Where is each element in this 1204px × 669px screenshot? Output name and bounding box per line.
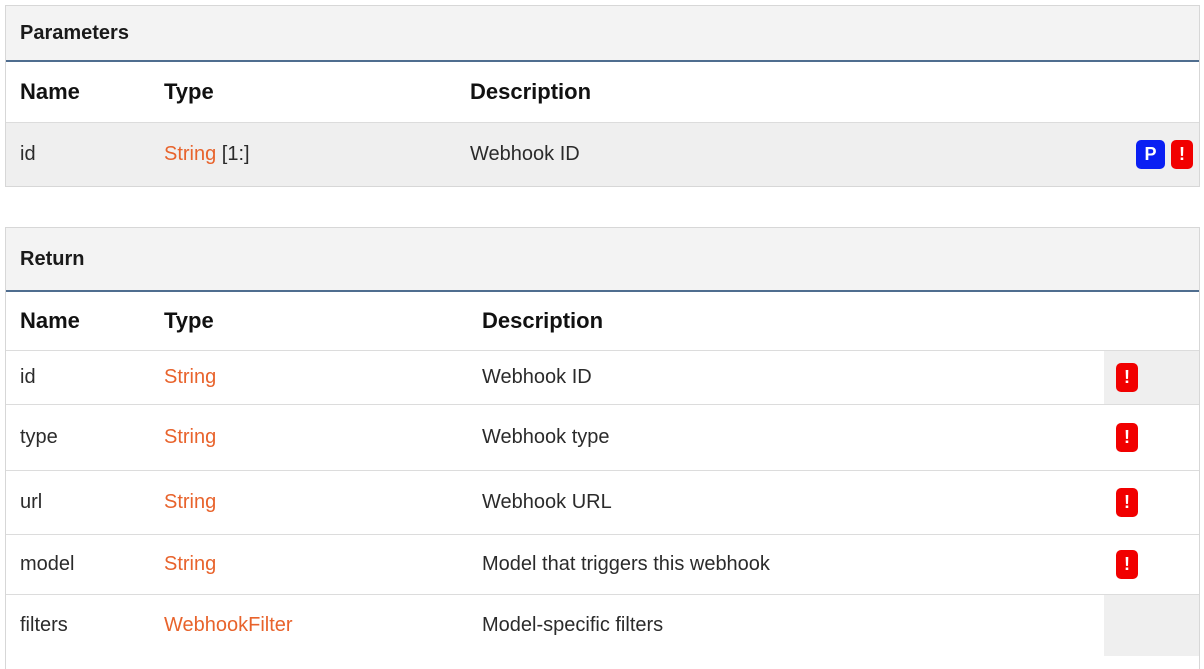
type-cardinality: [1:]: [216, 143, 250, 165]
field-name: filters: [20, 614, 68, 636]
type-link[interactable]: String: [164, 143, 216, 166]
flag-cell: !: [1104, 351, 1199, 404]
field-description: Model that triggers this webhook: [482, 553, 770, 575]
table-row: id String Webhook ID !: [6, 350, 1199, 404]
field-name: type: [20, 426, 58, 448]
table-row: url String Webhook URL !: [6, 470, 1199, 534]
field-name: url: [20, 491, 43, 513]
return-title: Return: [6, 228, 1199, 292]
required-badge: !: [1116, 363, 1138, 392]
field-description: Webhook ID: [482, 366, 592, 388]
header-type: Type: [164, 308, 214, 333]
header-name: Name: [20, 79, 80, 104]
table-row: model String Model that triggers this we…: [6, 534, 1199, 594]
flag-cell: !: [1104, 405, 1199, 470]
parameters-title-text: Parameters: [20, 22, 129, 44]
type-link[interactable]: String: [164, 426, 216, 449]
required-badge: !: [1171, 140, 1193, 169]
table-row: filters WebhookFilter Model-specific fil…: [6, 594, 1199, 656]
path-param-badge: P: [1136, 140, 1165, 169]
required-badge: !: [1116, 550, 1138, 579]
param-description: Webhook ID: [470, 143, 580, 165]
parameters-header-row: Name Type Description: [6, 62, 1199, 122]
field-name: model: [20, 553, 75, 575]
return-title-text: Return: [20, 248, 85, 270]
flag-cell: [1104, 595, 1199, 656]
header-description: Description: [482, 308, 604, 333]
table-row: id String [1:] Webhook ID P !: [6, 122, 1199, 186]
field-description: Webhook type: [482, 426, 610, 448]
header-type: Type: [164, 79, 214, 104]
flag-cell: !: [1104, 471, 1199, 534]
field-description: Webhook URL: [482, 491, 612, 513]
param-name: id: [20, 143, 36, 165]
flag-cell: !: [1104, 535, 1199, 594]
type-link[interactable]: String: [164, 491, 216, 514]
header-description: Description: [470, 79, 592, 104]
parameters-table: Parameters Name Type Description id Stri…: [5, 5, 1200, 187]
type-link[interactable]: String: [164, 553, 216, 576]
field-description: Model-specific filters: [482, 614, 664, 636]
return-table: Return Name Type Description id String W…: [5, 227, 1200, 669]
required-badge: !: [1116, 488, 1138, 517]
field-name: id: [20, 366, 36, 388]
param-badges: P !: [1105, 123, 1193, 186]
type-link[interactable]: WebhookFilter: [164, 614, 293, 637]
param-type: String [1:]: [164, 123, 250, 186]
table-row: type String Webhook type !: [6, 404, 1199, 470]
return-header-row: Name Type Description: [6, 292, 1199, 350]
type-link[interactable]: String: [164, 366, 216, 389]
required-badge: !: [1116, 423, 1138, 452]
parameters-title: Parameters: [6, 6, 1199, 62]
header-name: Name: [20, 308, 80, 333]
